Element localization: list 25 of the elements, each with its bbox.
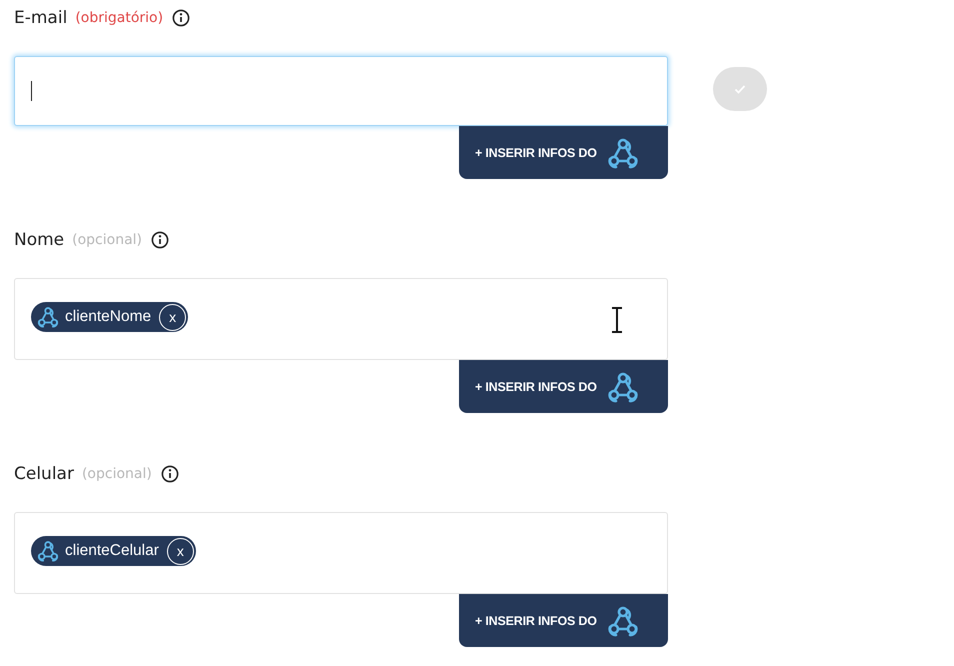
variable-tag: clienteCelular x xyxy=(31,536,196,566)
webhook-icon xyxy=(37,306,59,328)
insert-info-button[interactable]: + INSERIR INFOS DO xyxy=(459,126,668,179)
remove-tag-button[interactable]: x xyxy=(166,538,194,564)
remove-tag-button[interactable]: x xyxy=(159,304,186,330)
field-label: Celular xyxy=(14,464,74,484)
webhook-icon xyxy=(606,370,639,402)
requirement-note: (opcional) xyxy=(82,466,152,482)
webhook-icon xyxy=(606,136,639,168)
requirement-note: (obrigatório) xyxy=(75,10,164,26)
info-icon[interactable] xyxy=(160,465,179,483)
tag-input[interactable]: clienteCelular x xyxy=(14,512,668,594)
field-label: E-mail xyxy=(14,8,68,28)
email-input[interactable] xyxy=(14,56,668,126)
text-cursor-icon xyxy=(611,307,623,333)
info-icon[interactable] xyxy=(172,9,190,27)
tag-input[interactable]: clienteNome x xyxy=(14,278,668,360)
insert-info-button[interactable]: + INSERIR INFOS DO xyxy=(459,360,668,413)
info-icon[interactable] xyxy=(151,231,170,249)
webhook-icon xyxy=(606,604,639,636)
webhook-icon xyxy=(37,540,59,562)
variable-tag: clienteNome x xyxy=(31,302,188,332)
field-label: Nome xyxy=(14,230,64,250)
requirement-note: (opcional) xyxy=(72,232,142,248)
insert-info-button[interactable]: + INSERIR INFOS DO xyxy=(459,594,668,647)
